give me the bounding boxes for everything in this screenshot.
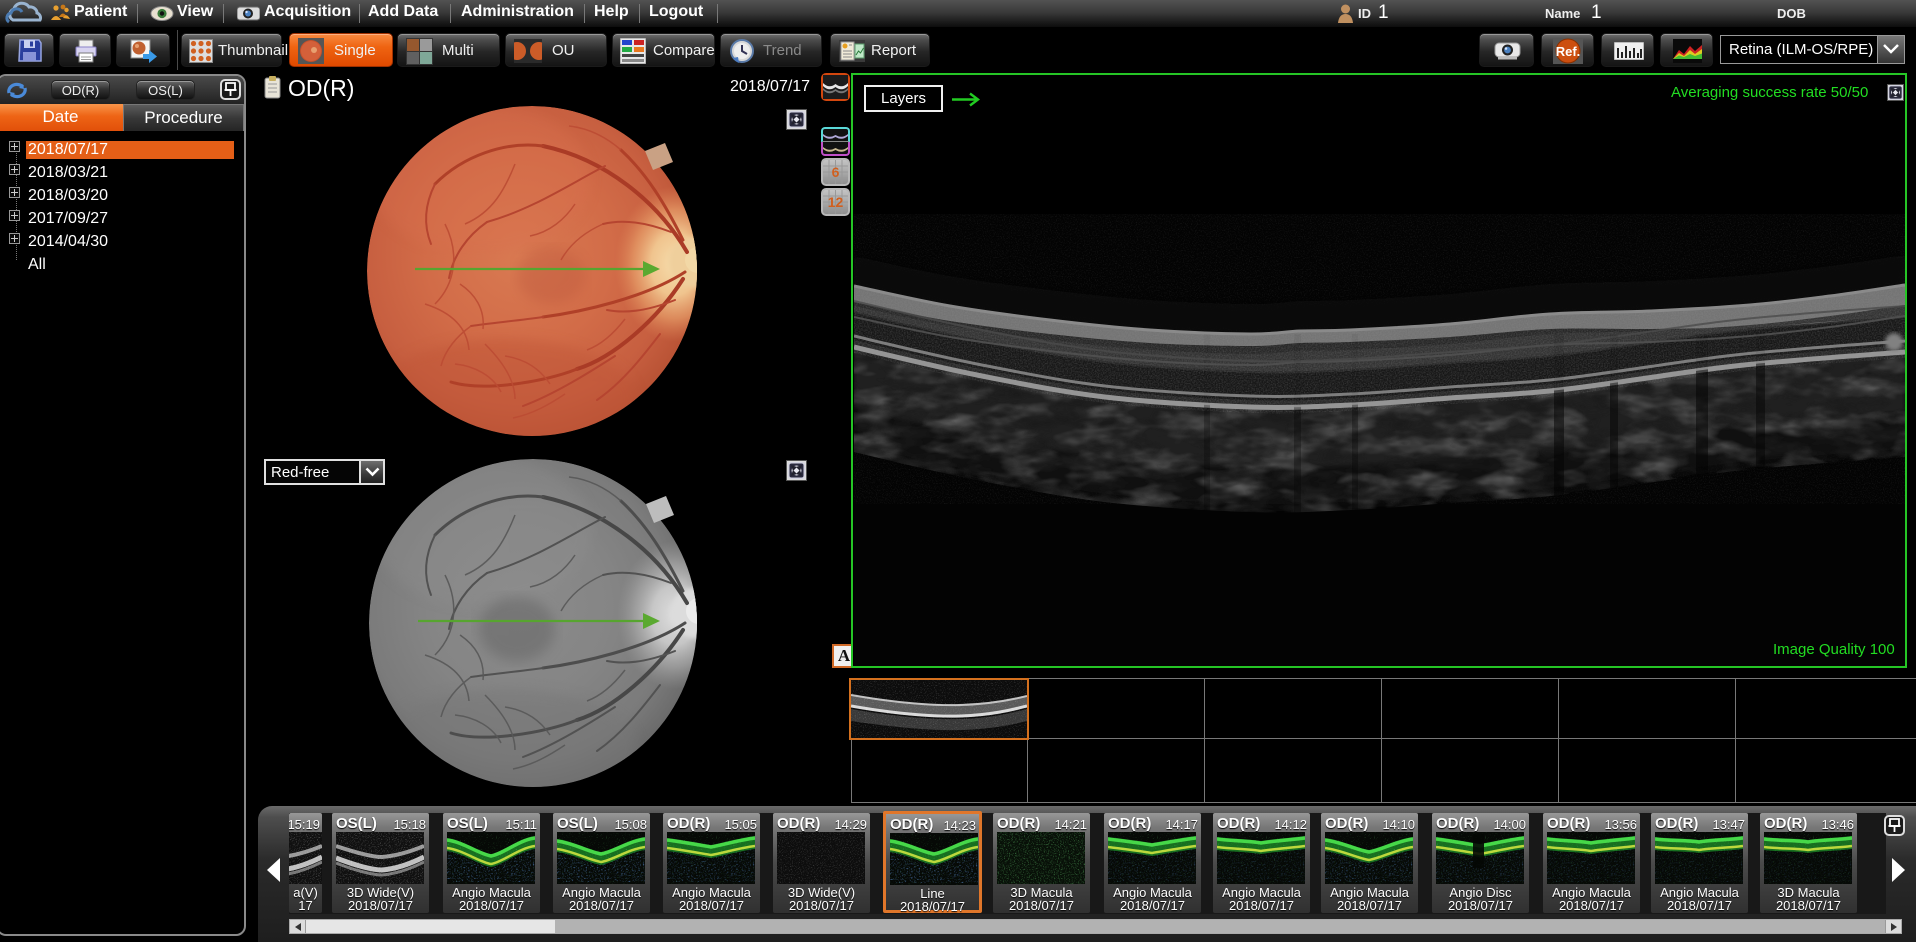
svg-text:12: 12 bbox=[828, 194, 844, 210]
svg-text:6: 6 bbox=[832, 164, 840, 180]
svg-text:Ref.: Ref. bbox=[1556, 44, 1581, 59]
